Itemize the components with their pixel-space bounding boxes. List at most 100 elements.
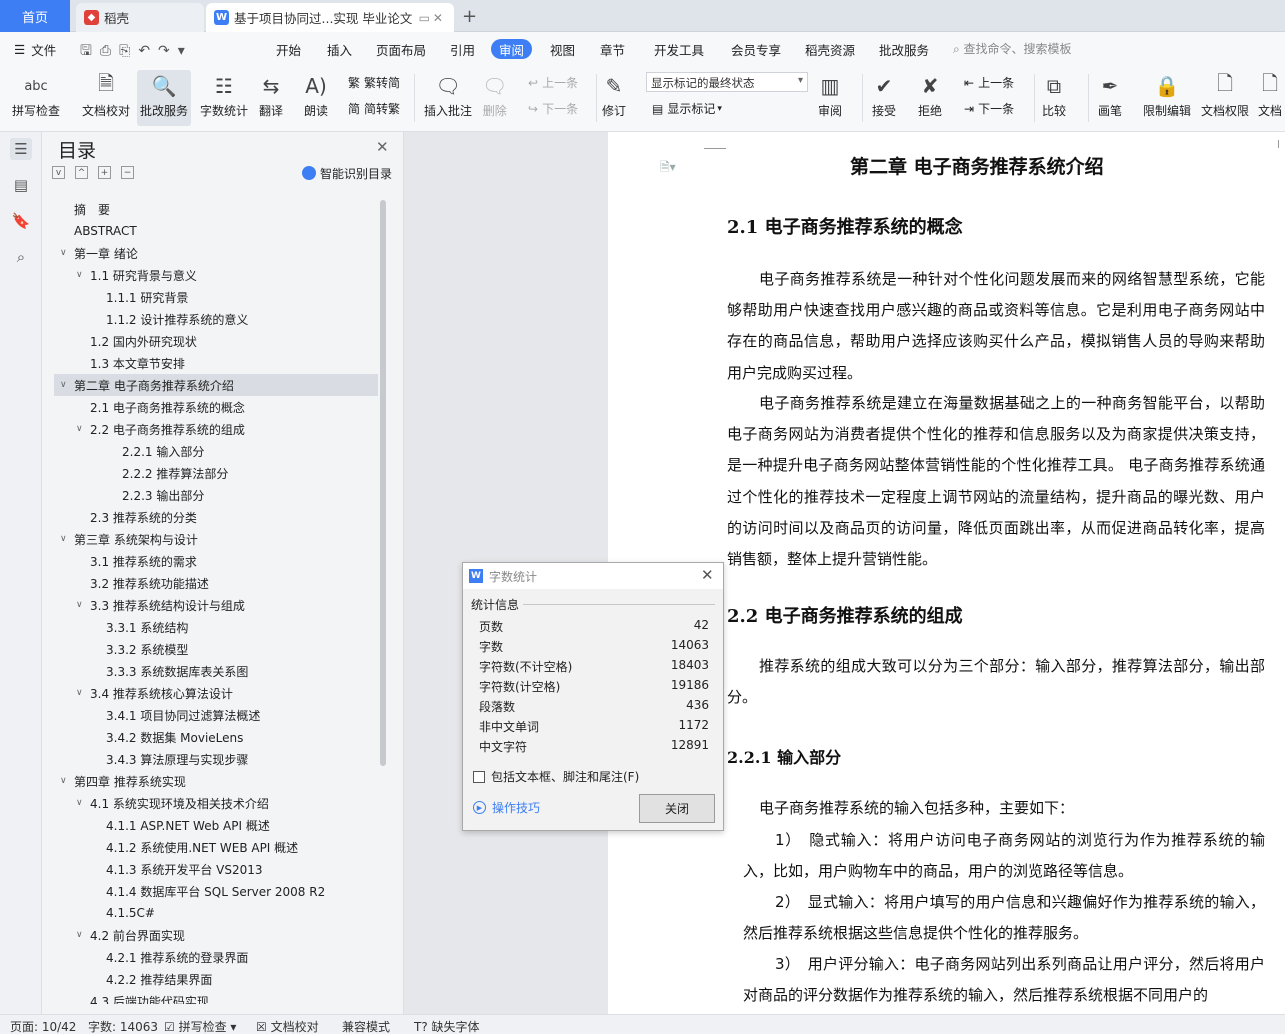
chevron-down-icon[interactable]: ∨: [76, 424, 83, 434]
close-icon[interactable]: ✕: [701, 566, 714, 584]
menu-item-start[interactable]: 开始: [276, 32, 301, 66]
toc-item[interactable]: 3.3.1 系统结构: [54, 616, 378, 638]
review-pane-button[interactable]: ▥ 审阅: [818, 70, 842, 119]
translate-button[interactable]: ⇆ 翻译: [259, 70, 283, 119]
chapter-nav-icon[interactable]: ▤: [10, 174, 32, 196]
menu-item-chapter[interactable]: 章节: [600, 32, 625, 66]
track-changes-button[interactable]: ✎ 修订: [602, 70, 626, 119]
toc-nav-icon[interactable]: ☰: [10, 138, 32, 160]
toc-scrollbar[interactable]: [380, 200, 386, 766]
paragraph-menu-icon[interactable]: 🗎▾: [660, 158, 676, 179]
toc-item[interactable]: ∨ 4.2 前台界面实现: [54, 924, 378, 946]
toc-item[interactable]: ∨ 第四章 推荐系统实现: [54, 770, 378, 792]
file-menu[interactable]: ☰ 文件: [14, 32, 56, 66]
doc-check-status[interactable]: ☒ 文档校对: [256, 1018, 319, 1034]
toc-item[interactable]: 1.3 本文章节安排: [54, 352, 378, 374]
toc-item[interactable]: 4.2.1 推荐系统的登录界面: [54, 946, 378, 968]
new-tab-icon[interactable]: +: [462, 6, 477, 27]
toc-item[interactable]: 4.1.3 系统开发平台 VS2013: [54, 858, 378, 880]
close-button[interactable]: 关闭: [639, 794, 715, 823]
next-comment-button[interactable]: ↪ 下一条: [528, 100, 578, 117]
toc-item[interactable]: 2.3 推荐系统的分类: [54, 506, 378, 528]
toc-item[interactable]: ∨ 4.1 系统实现环境及相关技术介绍: [54, 792, 378, 814]
pen-button[interactable]: ✒ 画笔: [1098, 70, 1122, 119]
tab-home[interactable]: 首页: [0, 0, 70, 32]
doc-more-button[interactable]: 🗋 文档: [1258, 70, 1282, 119]
next-change-button[interactable]: ⇥ 下一条: [964, 100, 1014, 117]
prev-change-button[interactable]: ⇤ 上一条: [964, 74, 1014, 91]
chevron-down-icon[interactable]: ∨: [76, 600, 83, 610]
expand-all-icon[interactable]: ^: [75, 166, 88, 179]
page-indicator[interactable]: 页面: 10/42: [10, 1018, 76, 1034]
traditional-to-simplified-button[interactable]: 繁繁转简: [348, 74, 400, 91]
chevron-down-icon[interactable]: ∨: [76, 270, 83, 280]
toc-item[interactable]: 摘 要: [54, 198, 378, 220]
menu-item-review-service[interactable]: 批改服务: [879, 32, 929, 66]
review-service-button[interactable]: 🔍 批改服务: [137, 70, 192, 126]
prev-comment-button[interactable]: ↩ 上一条: [528, 74, 578, 91]
restrict-editing-button[interactable]: 🔒 限制编辑: [1143, 70, 1191, 119]
chevron-down-icon[interactable]: ∨: [60, 248, 67, 258]
reject-button[interactable]: ✘ 拒绝: [918, 70, 942, 119]
compare-button[interactable]: ⧉ 比较: [1042, 70, 1066, 119]
spell-check-status[interactable]: ☑ 拼写检查 ▾: [164, 1018, 236, 1034]
doc-check-button[interactable]: 🗎 文档校对: [82, 70, 130, 119]
smart-toc-button[interactable]: 智能识别目录: [302, 165, 392, 182]
tab-close-icon[interactable]: ▭✕: [419, 11, 446, 25]
toc-item[interactable]: ∨ 第三章 系统架构与设计: [54, 528, 378, 550]
chevron-down-icon[interactable]: ∨: [60, 380, 67, 390]
spell-check-button[interactable]: abc 拼写检查: [12, 70, 60, 119]
markup-mode-select[interactable]: 显示标记的最终状态: [646, 72, 808, 92]
menu-item-reference[interactable]: 引用: [450, 32, 475, 66]
menu-item-review[interactable]: 审阅: [491, 39, 533, 59]
command-search[interactable]: ⌕ 查找命令、搜索模板: [953, 40, 1072, 57]
toc-item[interactable]: 1.2 国内外研究现状: [54, 330, 378, 352]
menu-item-member[interactable]: 会员专享: [731, 32, 781, 66]
simplified-to-traditional-button[interactable]: 简简转繁: [348, 100, 400, 117]
chevron-down-icon[interactable]: ∨: [60, 534, 67, 544]
menu-item-layout[interactable]: 页面布局: [376, 32, 426, 66]
word-count-button[interactable]: ☷ 字数统计: [200, 70, 248, 119]
chevron-down-icon[interactable]: ∨: [76, 798, 83, 808]
toc-item[interactable]: 2.1 电子商务推荐系统的概念: [54, 396, 378, 418]
checkbox-box[interactable]: [473, 770, 485, 783]
toc-item[interactable]: 4.1.4 数据库平台 SQL Server 2008 R2: [54, 880, 378, 902]
accept-button[interactable]: ✔ 接受: [872, 70, 896, 119]
read-aloud-button[interactable]: A) 朗读: [304, 70, 328, 119]
toc-item[interactable]: ∨ 3.4 推荐系统核心算法设计: [54, 682, 378, 704]
menu-item-view[interactable]: 视图: [550, 32, 575, 66]
remove-heading-icon[interactable]: −: [121, 166, 134, 179]
missing-font-status[interactable]: T? 缺失字体: [414, 1018, 480, 1034]
delete-comment-button[interactable]: 🗨 删除: [482, 70, 507, 119]
toc-item[interactable]: ∨ 第二章 电子商务推荐系统介绍: [54, 374, 378, 396]
insert-comment-button[interactable]: 🗨 插入批注: [424, 70, 472, 119]
toc-item[interactable]: 2.2.1 输入部分: [54, 440, 378, 462]
toc-item[interactable]: ABSTRACT: [54, 220, 378, 242]
tab-document[interactable]: W 基于项目协同过...实现 毕业论文 ▭✕: [206, 3, 454, 32]
show-markup-button[interactable]: ▤ 显示标记 ▾: [652, 100, 722, 117]
add-heading-icon[interactable]: +: [98, 166, 111, 179]
toc-item[interactable]: 4.1.1 ASP.NET Web API 概述: [54, 814, 378, 836]
include-textbox-checkbox[interactable]: 包括文本框、脚注和尾注(F): [473, 768, 639, 785]
toc-item[interactable]: 3.4.3 算法原理与实现步骤: [54, 748, 378, 770]
collapse-all-icon[interactable]: v: [52, 166, 65, 179]
doc-permission-button[interactable]: 🗋 文档权限: [1201, 70, 1249, 119]
toc-item[interactable]: 3.4.2 数据集 MovieLens: [54, 726, 378, 748]
toc-item[interactable]: 2.2.2 推荐算法部分: [54, 462, 378, 484]
chevron-down-icon[interactable]: ∨: [76, 930, 83, 940]
toc-item[interactable]: 3.1 推荐系统的需求: [54, 550, 378, 572]
toc-item[interactable]: ∨ 2.2 电子商务推荐系统的组成: [54, 418, 378, 440]
toc-item[interactable]: 3.4.1 项目协同过滤算法概述: [54, 704, 378, 726]
chevron-down-icon[interactable]: ∨: [76, 688, 83, 698]
menu-item-insert[interactable]: 插入: [327, 32, 352, 66]
toc-item[interactable]: 1.1.2 设计推荐系统的意义: [54, 308, 378, 330]
close-icon[interactable]: ✕: [376, 138, 389, 156]
search-icon[interactable]: ⌕: [10, 246, 32, 268]
quick-access-icons[interactable]: 🖫⎙⎘↶↷▾: [80, 40, 193, 64]
dialog-titlebar[interactable]: W 字数统计: [463, 563, 723, 589]
toc-item[interactable]: ∨ 第一章 绪论: [54, 242, 378, 264]
toc-item[interactable]: 4.3 后端功能代码实现: [54, 990, 378, 1005]
toc-item[interactable]: 1.1.1 研究背景: [54, 286, 378, 308]
tips-link[interactable]: ▶ 操作技巧: [473, 799, 540, 816]
toc-item[interactable]: 3.3.2 系统模型: [54, 638, 378, 660]
